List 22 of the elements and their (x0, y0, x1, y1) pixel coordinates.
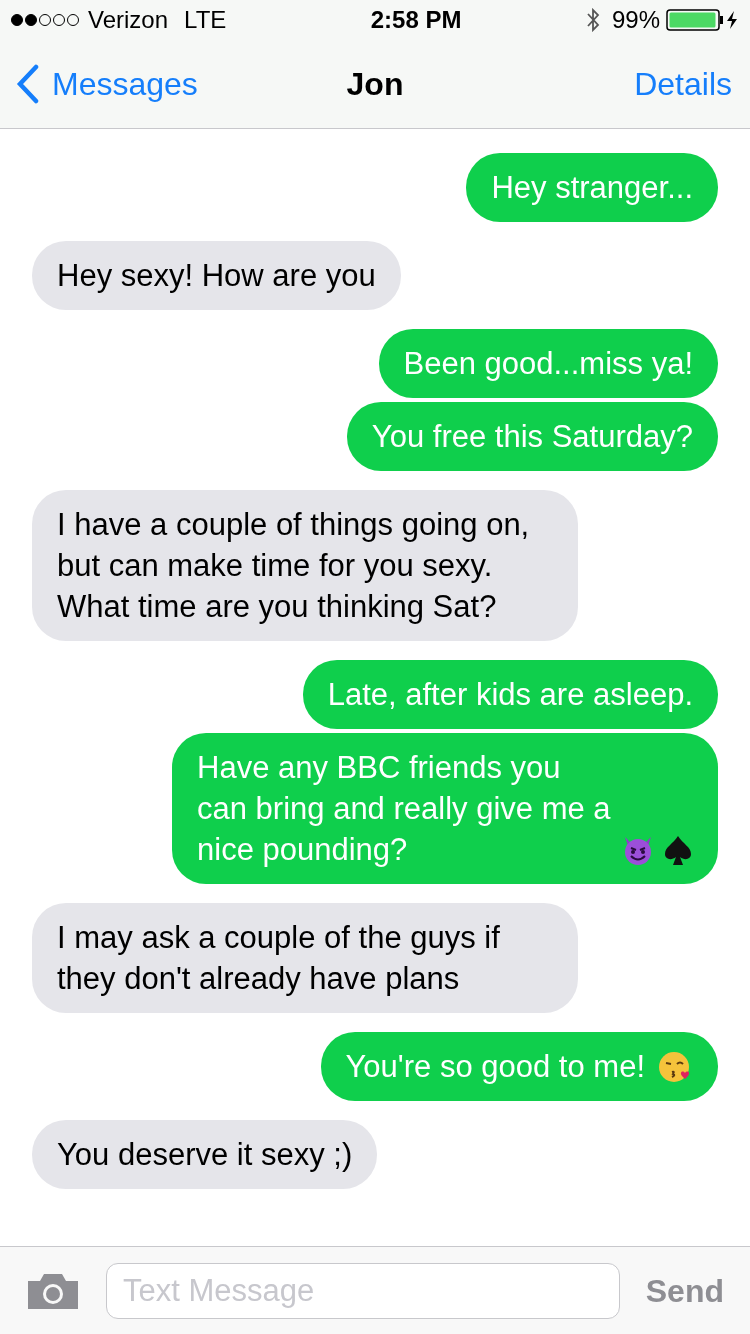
details-button[interactable]: Details (634, 60, 734, 108)
message-input[interactable]: Text Message (106, 1262, 620, 1319)
bluetooth-icon (585, 8, 600, 32)
message-text: Hey stranger... (491, 169, 693, 207)
battery-charging-icon (666, 9, 740, 31)
conversation-title: Jon (346, 65, 404, 104)
status-time: 2:58 PM (370, 5, 462, 35)
message-text: You're so good to me! (345, 1048, 645, 1086)
network-type: LTE (184, 5, 227, 35)
back-chevron-icon (16, 64, 40, 104)
signal-strength-icon (10, 13, 82, 27)
message-text: Hey sexy! How are you (57, 257, 376, 295)
battery-percent: 99% (611, 5, 660, 35)
message-text: Late, after kids are asleep. (327, 676, 693, 714)
carrier-name: Verizon (88, 5, 169, 35)
message-text: Have any BBC friends you can bring and really give me a nice pounding? (197, 749, 612, 869)
message-text: I may ask a couple of the guys if they don't already have plans (57, 919, 501, 998)
message-text: I have a couple of things going on, but can make time for you sexy. What time are you thinking Sat? (57, 506, 531, 626)
message-text: Been good...miss ya! (403, 345, 693, 383)
message-text: You free this Saturday? (371, 418, 693, 456)
message-text: You deserve it sexy ;) (57, 1136, 353, 1174)
back-button[interactable]: Messages (16, 60, 256, 108)
